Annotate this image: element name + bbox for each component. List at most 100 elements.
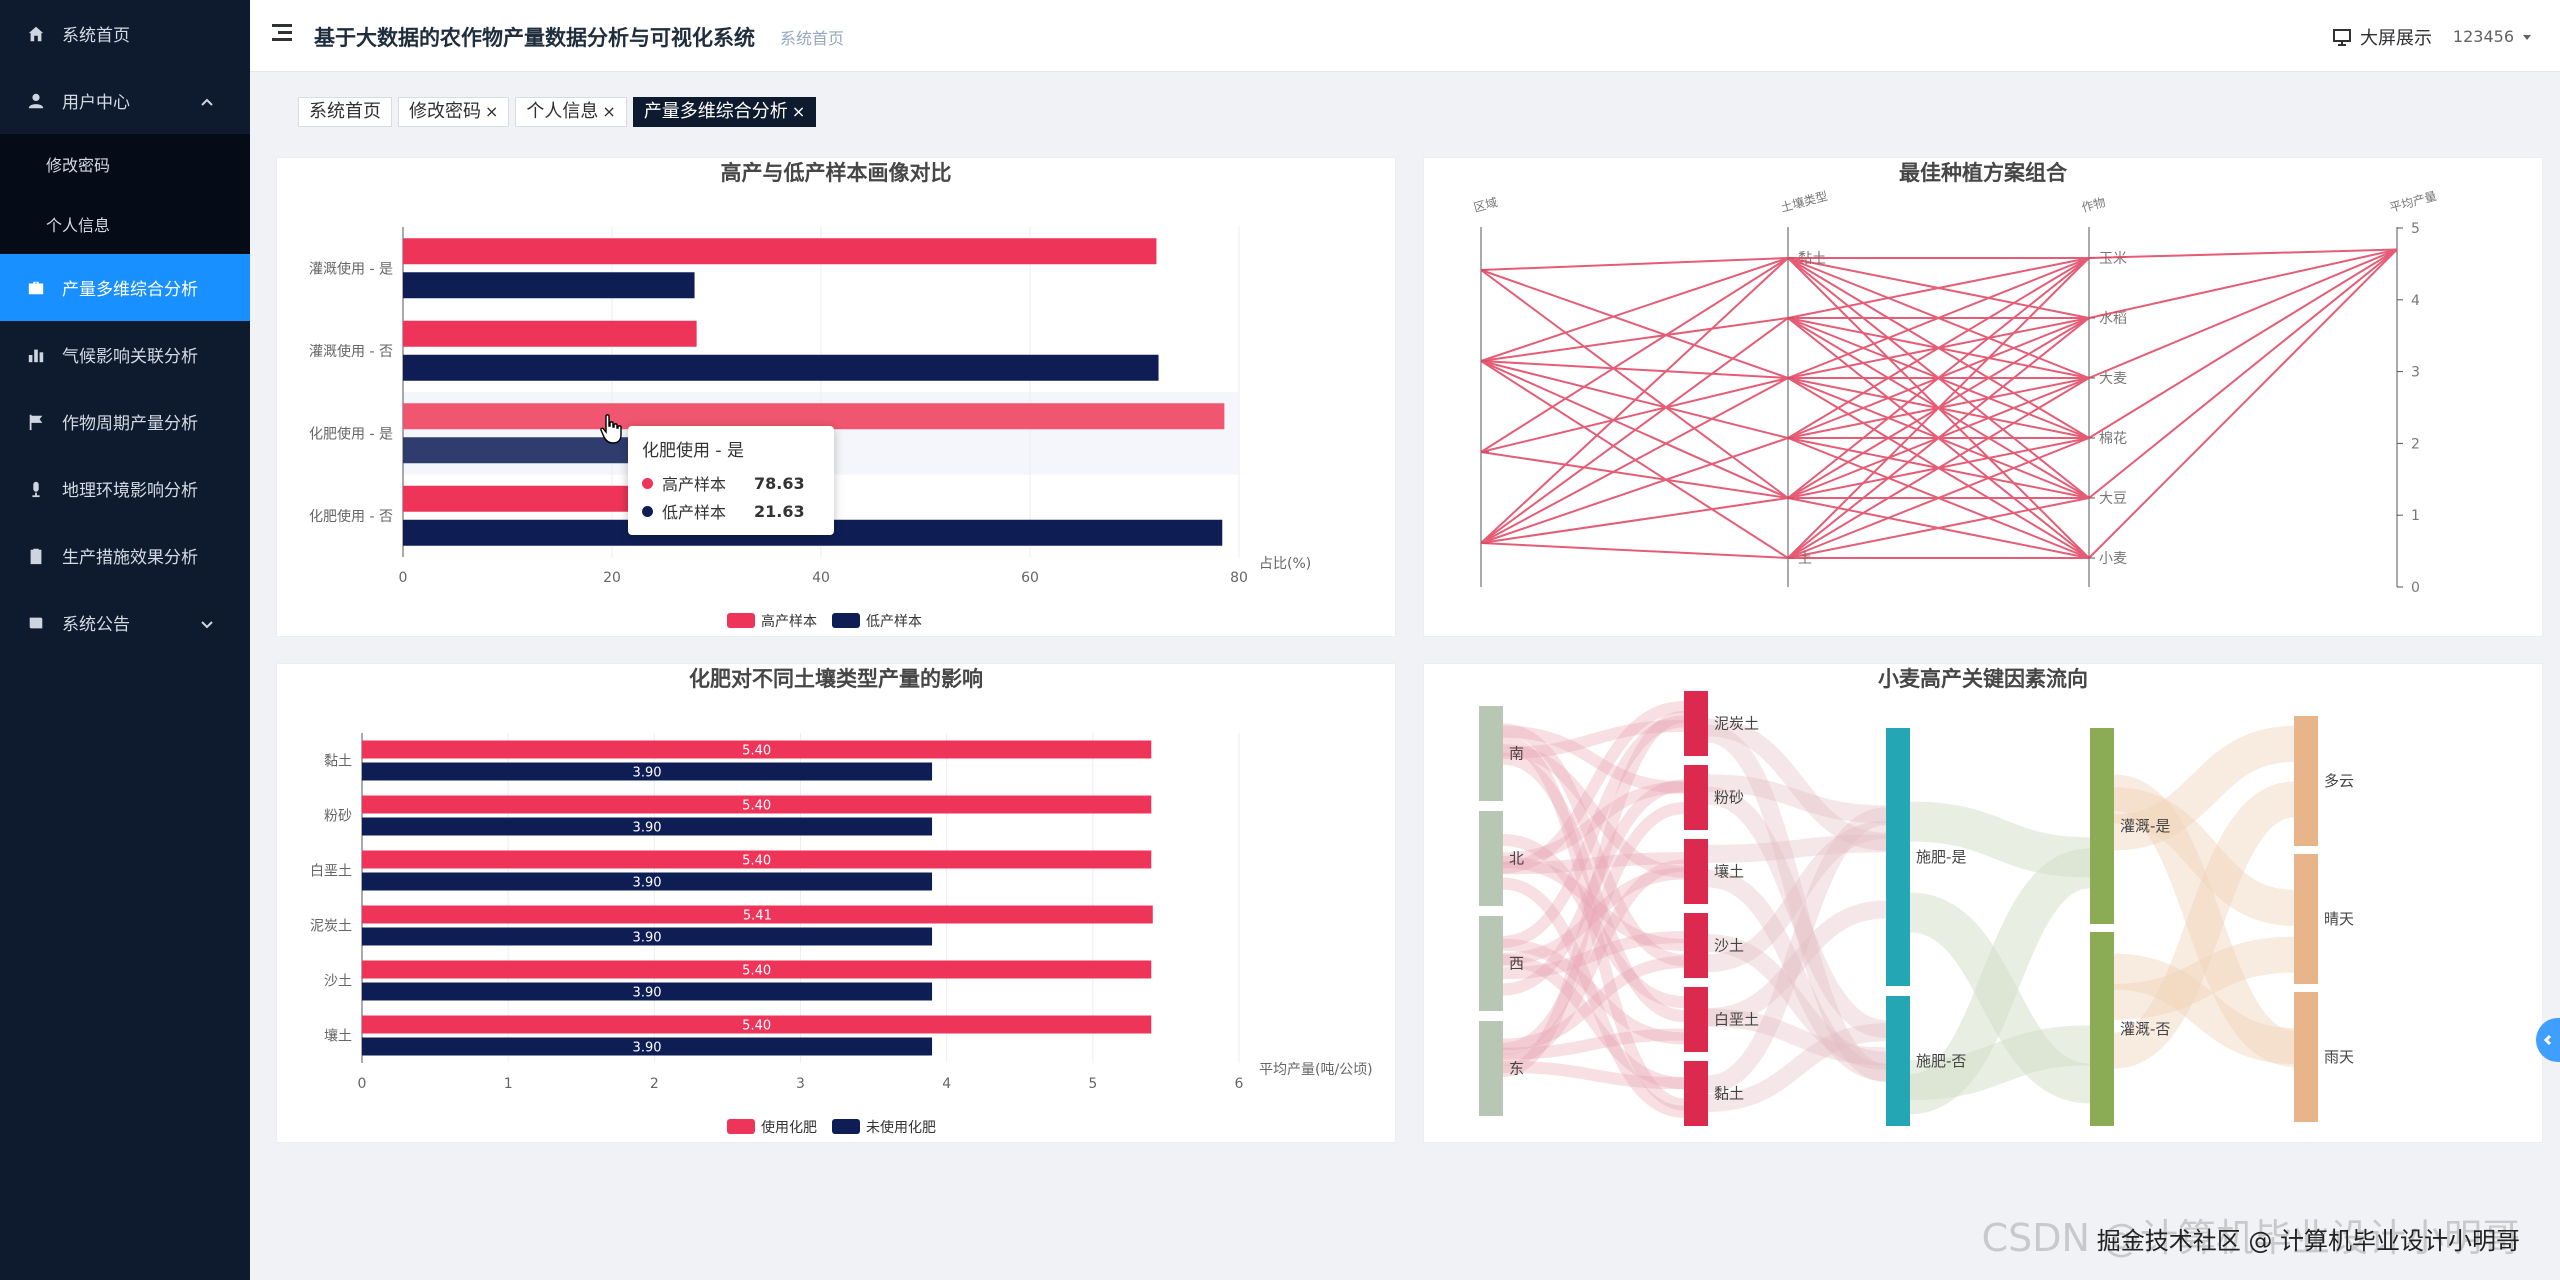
- sankey-node-label: 灌溉-是: [2120, 817, 2170, 835]
- chart-panel-sample-profile: 高产与低产样本画像对比 0 20 40 60 80 占比(%) 灌溉使用 - 是灌溉使用 - …: [276, 157, 1396, 637]
- parallel-lines: [1480, 248, 2398, 559]
- sankey-node-label: 黏土: [1714, 1085, 1744, 1103]
- chevron-left-icon: [2543, 1034, 2552, 1046]
- chart-panel-best-combo: 最佳种植方案组合 区域 土壤类型 作物 平均产量 黏土土玉米 水稻 大麦 棉花 大豆 小麦 0 1 2 3 4…: [1423, 157, 2543, 637]
- top-header: 基于大数据的农作物产量数据分析与可视化系统 系统首页 大屏展示 123456: [250, 0, 2560, 72]
- tag-label: 个人信息: [526, 101, 599, 122]
- chart-fertilizer-soil: 化肥对不同土壤类型产量的影响 0 1 2 3 4 5 6 平均产量(吨/公顷) 黏土 5.40 3.9…: [310, 667, 1373, 1136]
- parallel-line: [1480, 377, 1789, 453]
- sankey-node-label: 多云: [2324, 772, 2354, 790]
- x-tick-label: 40: [812, 570, 830, 586]
- sankey-node: [2090, 728, 2114, 924]
- sankey-node-label: 东: [1509, 1060, 1524, 1078]
- user-menu[interactable]: 123456: [2453, 27, 2532, 46]
- chart-title: 高产与低产样本画像对比: [721, 161, 952, 185]
- sidebar-item-label: 地理环境影响分析: [62, 481, 198, 501]
- sidebar-item-profile[interactable]: 个人信息: [0, 194, 250, 254]
- parallel-line: [2088, 248, 2398, 439]
- x-tick-label: 4: [942, 1076, 951, 1092]
- sankey-node-label: 泥炭土: [1714, 715, 1759, 733]
- close-icon[interactable]: ×: [792, 98, 805, 126]
- tag-label: 修改密码: [409, 101, 481, 122]
- sankey-node: [1684, 765, 1708, 830]
- legend-label: 未使用化肥: [866, 1119, 936, 1136]
- hamburger-icon[interactable]: [272, 24, 292, 42]
- axis-tick-label: 5: [2411, 221, 2420, 237]
- sankey-node-label: 粉砂: [1714, 789, 1744, 807]
- sidebar-submenu: 修改密码 个人信息: [0, 134, 250, 254]
- sidebar-item-label: 个人信息: [46, 216, 111, 235]
- sidebar-item-crop-cycle[interactable]: 作物周期产量分析: [0, 388, 250, 455]
- axis-name: 平均产量: [2388, 189, 2438, 215]
- sankey-node: [1684, 691, 1708, 756]
- x-tick-label: 80: [1230, 570, 1248, 586]
- sidebar-item-label: 生产措施效果分析: [62, 548, 198, 568]
- sankey-node-label: 灌溉-否: [2120, 1020, 2170, 1038]
- sidebar-item-yield-analysis[interactable]: 产量多维综合分析: [0, 254, 250, 321]
- chart-best-combo: 最佳种植方案组合区域 土壤类型 作物 平均产量黏土土玉米水稻大麦棉花大豆小麦01234…: [1472, 161, 2438, 596]
- bar: [403, 437, 629, 464]
- parallel-line: [1480, 377, 1789, 544]
- caret-down-icon: [2523, 34, 2531, 40]
- sidebar-item-label: 气候影响关联分析: [62, 347, 198, 367]
- bigscreen-button[interactable]: 大屏展示: [2332, 24, 2432, 50]
- user-icon: [26, 91, 46, 111]
- sankey-node: [1886, 728, 1910, 986]
- chevron-down-icon: [200, 616, 214, 630]
- legend-swatch: [832, 613, 860, 628]
- y-tick-label: 化肥使用 - 否: [309, 508, 393, 525]
- clipboard-icon: [26, 546, 46, 566]
- sankey-node-label: 施肥-否: [1916, 1052, 1966, 1070]
- data-label: 3.90: [633, 821, 662, 836]
- parallel-line: [2088, 248, 2398, 259]
- breadcrumb[interactable]: 系统首页: [780, 25, 844, 49]
- x-tick-label: 0: [358, 1076, 367, 1092]
- y-tick-label: 泥炭土: [310, 919, 352, 935]
- chart-title: 化肥对不同土壤类型产量的影响: [689, 667, 983, 691]
- tooltip-series-name: 高产样本: [662, 475, 727, 494]
- tag-change-password[interactable]: 修改密码 ×: [398, 97, 510, 127]
- sankey-node-label: 沙土: [1714, 937, 1744, 955]
- sidebar-item-label: 产量多维综合分析: [62, 280, 198, 300]
- bigscreen-label: 大屏展示: [2360, 28, 2432, 49]
- tags-view: 系统首页 修改密码 × 个人信息 × 产量多维综合分析 ×: [298, 97, 822, 127]
- parallel-line: [2088, 248, 2398, 379]
- axis-tick-label: 大麦: [2099, 371, 2127, 387]
- sidebar-item-measures[interactable]: 生产措施效果分析: [0, 522, 250, 589]
- axis-tick-label: 大豆: [2099, 491, 2127, 507]
- sidebar-item-user-center[interactable]: 用户中心: [0, 67, 250, 134]
- sidebar-item-notice[interactable]: 系统公告: [0, 589, 250, 656]
- notice-icon: [26, 613, 46, 633]
- sankey-node-label: 北: [1509, 850, 1524, 868]
- sidebar-item-geo[interactable]: 地理环境影响分析: [0, 455, 250, 522]
- data-label: 5.40: [742, 744, 771, 759]
- sankey-node: [1479, 916, 1503, 1011]
- tooltip-value: 78.63: [754, 473, 805, 493]
- tag-home[interactable]: 系统首页: [298, 97, 392, 127]
- tag-label: 系统首页: [309, 101, 381, 122]
- tag-yield-analysis[interactable]: 产量多维综合分析 ×: [632, 97, 817, 127]
- sankey-node-label: 南: [1509, 745, 1524, 763]
- close-icon[interactable]: ×: [485, 98, 498, 126]
- bar: [403, 272, 695, 299]
- tooltip-series-name: 低产样本: [662, 503, 727, 522]
- sankey-node: [1886, 996, 1910, 1126]
- tooltip-row: 低产样本 21.63: [642, 497, 820, 525]
- parallel-line: [1480, 269, 1789, 499]
- legend-label: 使用化肥: [761, 1119, 817, 1136]
- bar-chart-icon: [26, 345, 46, 365]
- y-tick-label: 沙土: [324, 974, 352, 990]
- close-icon[interactable]: ×: [602, 98, 615, 126]
- tag-profile[interactable]: 个人信息 ×: [515, 97, 627, 127]
- briefcase-icon: [26, 278, 46, 298]
- sidebar-item-change-password[interactable]: 修改密码: [0, 134, 250, 194]
- sankey-node: [1479, 706, 1503, 801]
- data-label: 3.90: [633, 931, 662, 946]
- sankey-node: [2294, 992, 2318, 1122]
- sidebar-item-home[interactable]: 系统首页: [0, 0, 250, 67]
- sidebar-item-climate[interactable]: 气候影响关联分析: [0, 321, 250, 388]
- legend-swatch: [727, 613, 755, 628]
- sankey-node-label: 晴天: [2324, 910, 2354, 928]
- x-tick-label: 5: [1088, 1076, 1097, 1092]
- sidebar-item-label: 用户中心: [62, 93, 130, 113]
